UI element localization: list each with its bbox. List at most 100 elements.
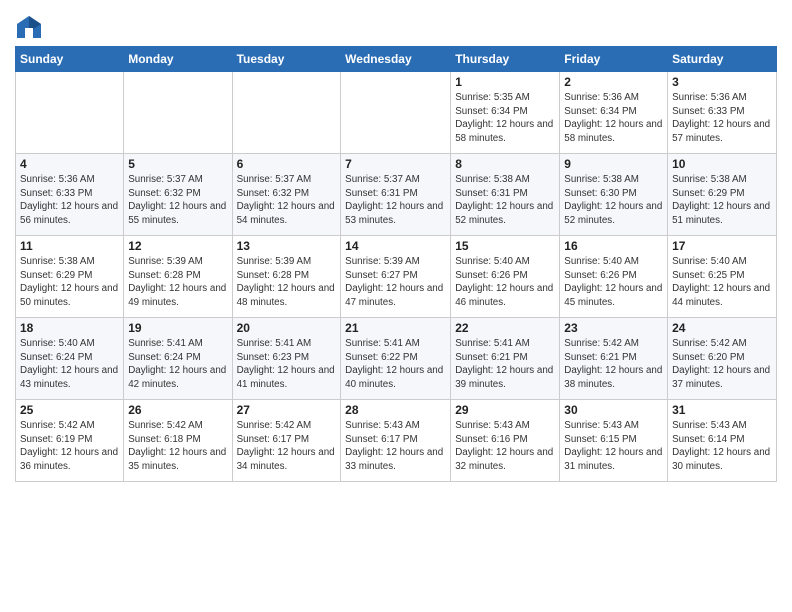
- calendar-table: SundayMondayTuesdayWednesdayThursdayFrid…: [15, 46, 777, 482]
- cell-info: Sunrise: 5:36 AM Sunset: 6:34 PM Dayligh…: [564, 91, 663, 146]
- calendar-header-row: SundayMondayTuesdayWednesdayThursdayFrid…: [16, 47, 777, 72]
- day-number: 14: [345, 239, 446, 253]
- day-number: 29: [455, 403, 555, 417]
- calendar-cell: 3Sunrise: 5:36 AM Sunset: 6:33 PM Daylig…: [668, 72, 777, 154]
- cell-info: Sunrise: 5:39 AM Sunset: 6:28 PM Dayligh…: [237, 255, 337, 310]
- calendar-cell: 10 Sunrise: 5:38 AM Sunset: 6:29 PM Dayli…: [668, 154, 777, 236]
- day-number: 26: [128, 403, 227, 417]
- cell-info: Sunrise: 5:42 AM Sunset: 6:19 PM Dayligh…: [20, 419, 119, 474]
- calendar-cell: 25 Sunrise: 5:42 AM Sunset: 6:19 PM Dayli…: [16, 400, 124, 482]
- calendar-cell: 2 Sunrise: 5:36 AM Sunset: 6:34 PM Daylig…: [560, 72, 668, 154]
- logo-icon: [15, 14, 43, 42]
- day-number: 28: [345, 403, 446, 417]
- calendar-cell: 21 Sunrise: 5:41 AM Sunset: 6:22 PM Dayli…: [341, 318, 451, 400]
- calendar-cell: 18 Sunrise: 5:40 AM Sunset: 6:24 PM Dayli…: [16, 318, 124, 400]
- cell-info: Sunrise: 5:41 AM Sunset: 6:24 PM Dayligh…: [128, 337, 227, 392]
- day-number: 25: [20, 403, 119, 417]
- cell-info: Sunrise: 5:43 AM Sunset: 6:17 PM Dayligh…: [345, 419, 446, 474]
- cell-info: Sunrise: 5:42 AM Sunset: 6:20 PM Dayligh…: [672, 337, 772, 392]
- calendar-cell: 15 Sunrise: 5:40 AM Sunset: 6:26 PM Dayli…: [451, 236, 560, 318]
- cell-info: Sunrise: 5:37 AM Sunset: 6:32 PM Dayligh…: [237, 173, 337, 228]
- day-number: 11: [20, 239, 119, 253]
- day-number: 1: [455, 75, 555, 89]
- header-cell-monday: Monday: [124, 47, 232, 72]
- calendar-cell: 31 Sunrise: 5:43 AM Sunset: 6:14 PM Dayli…: [668, 400, 777, 482]
- cell-info: Sunrise: 5:36 AM Sunset: 6:33 PM Dayligh…: [20, 173, 119, 228]
- day-number: 15: [455, 239, 555, 253]
- cell-info: Sunrise: 5:38 AM Sunset: 6:31 PM Dayligh…: [455, 173, 555, 228]
- header-cell-friday: Friday: [560, 47, 668, 72]
- header: [15, 10, 777, 42]
- day-number: 3: [672, 75, 772, 89]
- calendar-cell: 26 Sunrise: 5:42 AM Sunset: 6:18 PM Dayli…: [124, 400, 232, 482]
- calendar-cell: 8Sunrise: 5:38 AM Sunset: 6:31 PM Daylig…: [451, 154, 560, 236]
- cell-info: Sunrise: 5:38 AM Sunset: 6:30 PM Dayligh…: [564, 173, 663, 228]
- day-number: 30: [564, 403, 663, 417]
- cell-info: Sunrise: 5:41 AM Sunset: 6:23 PM Dayligh…: [237, 337, 337, 392]
- calendar-week-row: 18 Sunrise: 5:40 AM Sunset: 6:24 PM Dayli…: [16, 318, 777, 400]
- day-number: 31: [672, 403, 772, 417]
- day-number: 7: [345, 157, 446, 171]
- day-number: 20: [237, 321, 337, 335]
- calendar-cell: 5Sunrise: 5:37 AM Sunset: 6:32 PM Daylig…: [124, 154, 232, 236]
- cell-info: Sunrise: 5:39 AM Sunset: 6:27 PM Dayligh…: [345, 255, 446, 310]
- cell-info: Sunrise: 5:38 AM Sunset: 6:29 PM Dayligh…: [20, 255, 119, 310]
- cell-info: Sunrise: 5:40 AM Sunset: 6:26 PM Dayligh…: [564, 255, 663, 310]
- calendar-week-row: 11 Sunrise: 5:38 AM Sunset: 6:29 PM Dayli…: [16, 236, 777, 318]
- cell-info: Sunrise: 5:38 AM Sunset: 6:29 PM Dayligh…: [672, 173, 772, 228]
- calendar-cell: 4 Sunrise: 5:36 AM Sunset: 6:33 PM Daylig…: [16, 154, 124, 236]
- calendar-week-row: 25 Sunrise: 5:42 AM Sunset: 6:19 PM Dayli…: [16, 400, 777, 482]
- calendar-cell: 22 Sunrise: 5:41 AM Sunset: 6:21 PM Dayli…: [451, 318, 560, 400]
- calendar-cell: 17 Sunrise: 5:40 AM Sunset: 6:25 PM Dayli…: [668, 236, 777, 318]
- calendar-cell: 11 Sunrise: 5:38 AM Sunset: 6:29 PM Dayli…: [16, 236, 124, 318]
- calendar-cell: 14 Sunrise: 5:39 AM Sunset: 6:27 PM Dayli…: [341, 236, 451, 318]
- calendar-cell: 12 Sunrise: 5:39 AM Sunset: 6:28 PM Dayli…: [124, 236, 232, 318]
- day-number: 10: [672, 157, 772, 171]
- cell-info: Sunrise: 5:42 AM Sunset: 6:21 PM Dayligh…: [564, 337, 663, 392]
- calendar-cell: [124, 72, 232, 154]
- day-number: 18: [20, 321, 119, 335]
- day-number: 21: [345, 321, 446, 335]
- calendar-cell: 19 Sunrise: 5:41 AM Sunset: 6:24 PM Dayli…: [124, 318, 232, 400]
- day-number: 2: [564, 75, 663, 89]
- header-cell-thursday: Thursday: [451, 47, 560, 72]
- calendar-week-row: 4 Sunrise: 5:36 AM Sunset: 6:33 PM Daylig…: [16, 154, 777, 236]
- cell-info: Sunrise: 5:37 AM Sunset: 6:31 PM Dayligh…: [345, 173, 446, 228]
- day-number: 13: [237, 239, 337, 253]
- calendar-cell: [16, 72, 124, 154]
- calendar-cell: 24 Sunrise: 5:42 AM Sunset: 6:20 PM Dayli…: [668, 318, 777, 400]
- day-number: 4: [20, 157, 119, 171]
- calendar-cell: 6 Sunrise: 5:37 AM Sunset: 6:32 PM Daylig…: [232, 154, 341, 236]
- day-number: 22: [455, 321, 555, 335]
- cell-info: Sunrise: 5:41 AM Sunset: 6:22 PM Dayligh…: [345, 337, 446, 392]
- cell-info: Sunrise: 5:42 AM Sunset: 6:17 PM Dayligh…: [237, 419, 337, 474]
- cell-info: Sunrise: 5:37 AM Sunset: 6:32 PM Dayligh…: [128, 173, 227, 228]
- calendar-cell: 29 Sunrise: 5:43 AM Sunset: 6:16 PM Dayli…: [451, 400, 560, 482]
- header-cell-wednesday: Wednesday: [341, 47, 451, 72]
- cell-info: Sunrise: 5:43 AM Sunset: 6:14 PM Dayligh…: [672, 419, 772, 474]
- day-number: 19: [128, 321, 227, 335]
- cell-info: Sunrise: 5:42 AM Sunset: 6:18 PM Dayligh…: [128, 419, 227, 474]
- day-number: 24: [672, 321, 772, 335]
- cell-info: Sunrise: 5:43 AM Sunset: 6:15 PM Dayligh…: [564, 419, 663, 474]
- calendar-cell: [341, 72, 451, 154]
- logo: [15, 14, 47, 42]
- day-number: 12: [128, 239, 227, 253]
- cell-info: Sunrise: 5:41 AM Sunset: 6:21 PM Dayligh…: [455, 337, 555, 392]
- header-cell-tuesday: Tuesday: [232, 47, 341, 72]
- calendar-week-row: 1Sunrise: 5:35 AM Sunset: 6:34 PM Daylig…: [16, 72, 777, 154]
- calendar-cell: 30 Sunrise: 5:43 AM Sunset: 6:15 PM Dayli…: [560, 400, 668, 482]
- cell-info: Sunrise: 5:40 AM Sunset: 6:26 PM Dayligh…: [455, 255, 555, 310]
- cell-info: Sunrise: 5:40 AM Sunset: 6:25 PM Dayligh…: [672, 255, 772, 310]
- calendar-cell: 28 Sunrise: 5:43 AM Sunset: 6:17 PM Dayli…: [341, 400, 451, 482]
- day-number: 6: [237, 157, 337, 171]
- calendar-cell: 16 Sunrise: 5:40 AM Sunset: 6:26 PM Dayli…: [560, 236, 668, 318]
- day-number: 17: [672, 239, 772, 253]
- cell-info: Sunrise: 5:40 AM Sunset: 6:24 PM Dayligh…: [20, 337, 119, 392]
- day-number: 27: [237, 403, 337, 417]
- header-cell-saturday: Saturday: [668, 47, 777, 72]
- cell-info: Sunrise: 5:43 AM Sunset: 6:16 PM Dayligh…: [455, 419, 555, 474]
- cell-info: Sunrise: 5:39 AM Sunset: 6:28 PM Dayligh…: [128, 255, 227, 310]
- day-number: 16: [564, 239, 663, 253]
- day-number: 23: [564, 321, 663, 335]
